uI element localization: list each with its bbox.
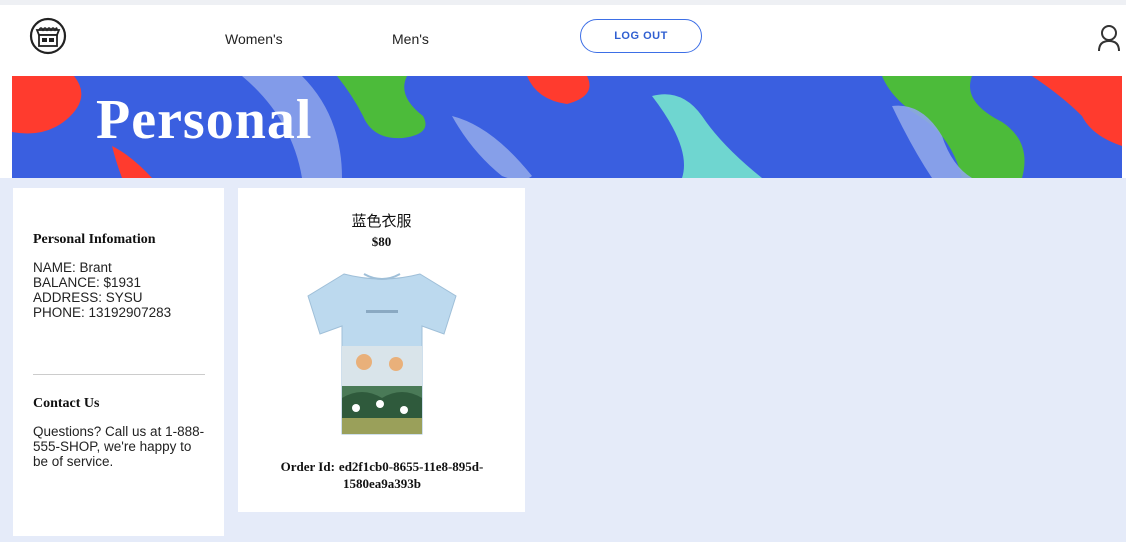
nav-link-womens[interactable]: Women's <box>225 31 283 47</box>
page-banner: Personal <box>12 76 1122 178</box>
contact-text: Questions? Call us at 1-888-555-SHOP, we… <box>33 424 205 469</box>
product-image[interactable] <box>304 266 460 438</box>
page-title: Personal <box>96 89 313 151</box>
user-icon[interactable] <box>1097 24 1121 52</box>
order-card[interactable]: 蓝色衣服 $80 Order Id: ed2f1cb0-8655-11e8-895… <box>238 188 525 512</box>
info-phone: PHONE: 13192907283 <box>33 305 172 320</box>
info-name: NAME: Brant <box>33 260 112 275</box>
sidebar-panel: Personal Infomation NAME: Brant BALANCE:… <box>13 188 224 536</box>
nav-link-mens[interactable]: Men's <box>392 31 429 47</box>
product-price: $80 <box>371 234 392 249</box>
info-address: ADDRESS: SYSU <box>33 290 143 305</box>
order-id-label: Order Id: <box>280 459 335 474</box>
product-name: 蓝色衣服 <box>351 212 412 230</box>
top-nav: Women's Men's LOG OUT <box>0 5 1126 72</box>
logout-button[interactable]: LOG OUT <box>580 19 702 53</box>
order-id: Order Id: ed2f1cb0-8655-11e8-895d-1580ea9… <box>266 458 498 492</box>
info-balance: BALANCE: $1931 <box>33 275 142 290</box>
contact-heading: Contact Us <box>33 396 100 411</box>
sidebar-divider <box>33 374 205 375</box>
personal-info-heading: Personal Infomation <box>33 232 156 247</box>
store-logo-icon[interactable] <box>28 16 68 56</box>
main-content: Personal Infomation NAME: Brant BALANCE:… <box>0 178 1126 542</box>
order-id-value: ed2f1cb0-8655-11e8-895d-1580ea9a393b <box>338 459 484 491</box>
